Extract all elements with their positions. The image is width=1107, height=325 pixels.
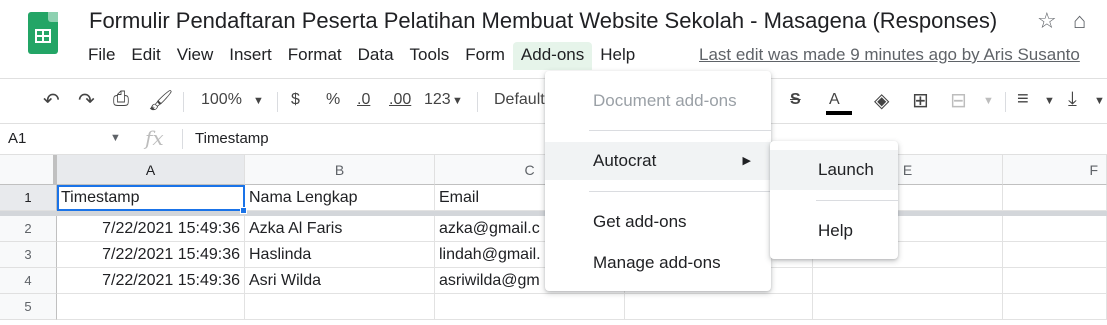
- row-header-3[interactable]: 3: [0, 242, 57, 268]
- name-box-caret-icon[interactable]: ▼: [110, 132, 121, 144]
- move-to-folder-icon[interactable]: ⌂: [1073, 8, 1086, 34]
- row-header-5[interactable]: 5: [0, 294, 57, 320]
- halign-caret-icon[interactable]: ▼: [1044, 95, 1055, 107]
- menu-view[interactable]: View: [169, 42, 222, 70]
- menu-edit[interactable]: Edit: [123, 42, 168, 70]
- submenu-arrow-icon: ▶: [742, 155, 751, 167]
- cell-c5[interactable]: [435, 294, 625, 320]
- text-color-icon[interactable]: A: [829, 91, 840, 109]
- cell-f5[interactable]: [1003, 294, 1107, 320]
- last-edit-link[interactable]: Last edit was made 9 minutes ago by Aris…: [699, 45, 1080, 65]
- valign-caret-icon[interactable]: ▼: [1094, 95, 1105, 107]
- menu-item-document-addons: Document add-ons: [593, 91, 737, 110]
- percent-format-button[interactable]: %: [326, 91, 340, 109]
- paint-format-icon[interactable]: 🖌: [148, 88, 173, 113]
- menu-format[interactable]: Format: [280, 42, 350, 70]
- row-header-2[interactable]: 2: [0, 216, 57, 242]
- cell-b5[interactable]: [245, 294, 435, 320]
- borders-icon[interactable]: ⊞: [912, 88, 929, 113]
- menu-data[interactable]: Data: [350, 42, 402, 70]
- cell-f1[interactable]: [1003, 185, 1107, 211]
- menu-item-get-addons[interactable]: Get add-ons: [545, 203, 771, 241]
- cell-b3[interactable]: Haslinda: [245, 242, 435, 268]
- cell-f3[interactable]: [1003, 242, 1107, 268]
- cell-d5[interactable]: [625, 294, 813, 320]
- column-header-b[interactable]: B: [245, 155, 435, 185]
- undo-icon[interactable]: ↶: [43, 88, 60, 113]
- cell-a5[interactable]: [57, 294, 245, 320]
- row-header-4[interactable]: 4: [0, 268, 57, 294]
- name-box[interactable]: A1: [8, 130, 26, 147]
- horizontal-align-icon[interactable]: ≡: [1017, 88, 1029, 111]
- merge-caret-icon[interactable]: ▼: [983, 95, 994, 107]
- autocrat-submenu: Launch Help: [770, 141, 898, 259]
- decrease-decimal-button[interactable]: .0: [357, 91, 370, 109]
- menu-item-manage-addons[interactable]: Manage add-ons: [545, 244, 771, 282]
- document-title[interactable]: Formulir Pendaftaran Peserta Pelatihan M…: [89, 8, 997, 34]
- menu-tools[interactable]: Tools: [402, 42, 458, 70]
- cell-e5[interactable]: [813, 294, 1003, 320]
- redo-icon[interactable]: ↷: [78, 88, 95, 113]
- cell-e4[interactable]: [813, 268, 1003, 294]
- addons-menu: Document add-ons Autocrat ▶ Get add-ons …: [545, 71, 771, 291]
- menu-form[interactable]: Form: [457, 42, 513, 70]
- merge-cells-icon[interactable]: ⊟: [950, 88, 967, 113]
- star-icon[interactable]: ☆: [1037, 8, 1057, 34]
- strikethrough-icon[interactable]: S: [790, 91, 801, 109]
- cell-f4[interactable]: [1003, 268, 1107, 294]
- currency-format-button[interactable]: $: [291, 91, 300, 109]
- cell-a2[interactable]: 7/22/2021 15:49:36: [57, 216, 245, 242]
- cell-b2[interactable]: Azka Al Faris: [245, 216, 435, 242]
- column-header-f[interactable]: F: [1003, 155, 1107, 185]
- zoom-caret-icon[interactable]: ▼: [253, 95, 264, 107]
- text-color-swatch: [826, 111, 852, 115]
- font-select[interactable]: Default: [494, 91, 545, 109]
- more-formats-caret-icon[interactable]: ▼: [452, 95, 463, 107]
- active-cell-outline: [57, 185, 245, 211]
- menu-file[interactable]: File: [80, 42, 123, 70]
- submenu-item-help[interactable]: Help: [770, 211, 898, 251]
- row-header-1[interactable]: 1: [0, 185, 57, 211]
- more-formats-button[interactable]: 123: [424, 91, 451, 109]
- menu-help[interactable]: Help: [592, 42, 643, 70]
- cell-a3[interactable]: 7/22/2021 15:49:36: [57, 242, 245, 268]
- cell-b4[interactable]: Asri Wilda: [245, 268, 435, 294]
- cell-a4[interactable]: 7/22/2021 15:49:36: [57, 268, 245, 294]
- submenu-item-launch[interactable]: Launch: [770, 150, 898, 190]
- vertical-align-icon[interactable]: ⤓: [1068, 88, 1077, 111]
- menu-addons[interactable]: Add-ons: [512, 42, 593, 70]
- menu-insert[interactable]: Insert: [221, 42, 280, 70]
- menu-item-autocrat[interactable]: Autocrat ▶: [545, 142, 771, 180]
- fx-icon: fx: [145, 126, 164, 150]
- cell-b1[interactable]: Nama Lengkap: [245, 185, 435, 211]
- formula-input[interactable]: Timestamp: [195, 130, 269, 147]
- column-header-a[interactable]: A: [57, 155, 245, 185]
- print-icon[interactable]: ⎙: [113, 88, 129, 111]
- zoom-select[interactable]: 100%: [201, 91, 242, 109]
- select-all-corner[interactable]: [0, 155, 57, 185]
- sheets-logo-icon[interactable]: [28, 12, 58, 54]
- fill-handle[interactable]: [240, 207, 247, 214]
- menu-item-autocrat-label: Autocrat: [593, 151, 657, 170]
- menubar: File Edit View Insert Format Data Tools …: [80, 42, 643, 70]
- increase-decimal-button[interactable]: .00: [389, 91, 411, 109]
- cell-f2[interactable]: [1003, 216, 1107, 242]
- fill-color-icon[interactable]: ◈: [874, 88, 889, 113]
